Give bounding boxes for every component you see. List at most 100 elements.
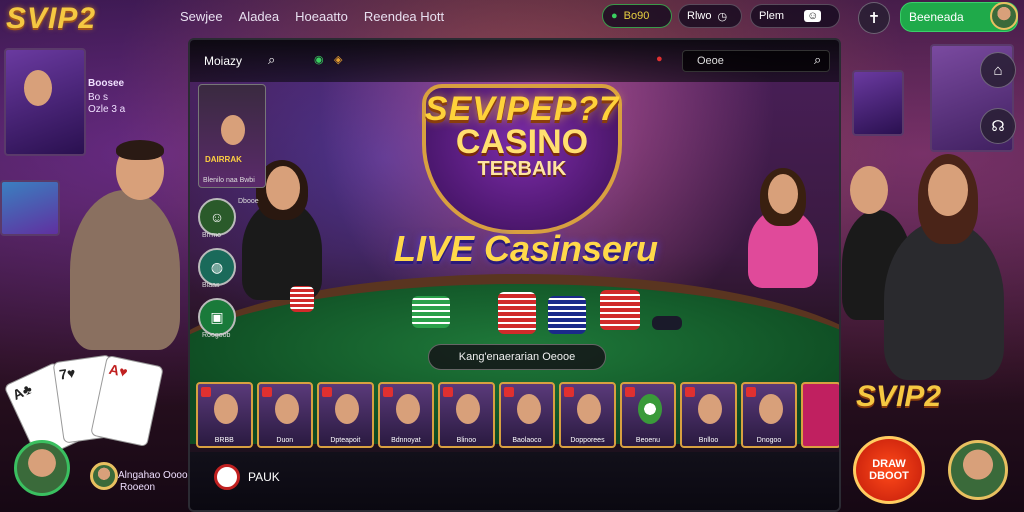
brand-logo[interactable]: SVIP2 [6,2,96,36]
gift-icon[interactable]: ◈ [334,53,342,66]
plus-icon-button[interactable]: ✝ [858,2,890,34]
search-submit-icon[interactable]: ⌕ [814,52,821,68]
game-tiles-row: BRBB Duon Dpteapoit Bdnnoyat Blinoo Baol… [196,382,839,452]
hot-tag [382,387,393,397]
balance-label: Bo90 [623,10,650,22]
game-label: Bdnnoyat [391,437,421,444]
search-input[interactable]: Oeoe [682,50,830,72]
player-woman-face [768,174,798,214]
balance-pill[interactable]: ● Bo90 [602,4,672,28]
right-svip2-logo: SVIP2 [856,380,942,413]
hot-tag [261,387,272,397]
game-face [577,394,602,424]
hot-tag [443,387,454,397]
header-avatar[interactable] [990,2,1018,30]
game-label: Dpteapoit [330,437,361,444]
left-small-avatar[interactable] [90,462,118,490]
left-promo-title: Boosee [88,78,125,89]
draw-btn-line2: DBOOT [869,470,909,482]
chip-stack [498,292,536,334]
game-tile[interactable]: Blinoo [438,382,495,448]
game-tile[interactable]: Baolaoco [498,382,556,448]
game-label: BRBB [214,437,234,444]
record-icon[interactable]: ● [656,53,663,65]
promo-card[interactable]: DAIRRAK Blenilo naa Bwbi [198,84,266,188]
dealer-woman-face [266,166,300,210]
game-label: Bnlloo [698,437,719,444]
chip-stack [600,290,640,330]
left-promo-line: Ozle 3 a [88,104,126,115]
left-man-seated [70,190,180,350]
hot-tag [322,387,333,397]
chip-stack [652,316,682,330]
hot-tag [685,387,696,397]
right-woman-face [928,164,968,216]
game-face [274,394,299,424]
game-tile[interactable]: Duon [256,382,314,448]
game-face [637,394,662,424]
chip-stack [412,296,450,328]
draw-btn-line1: DRAW [872,458,906,470]
game-tile[interactable]: Dopporees [559,382,616,448]
banner-line3: TERBAIK [477,158,567,180]
footer-link[interactable]: PAUK [214,464,280,490]
promo-label: DAIRRAK [205,155,242,164]
chat-icon[interactable]: ◉ [314,53,324,66]
side-btn-shield[interactable]: ◍ [198,248,236,286]
window-title: Moiazy [204,54,243,68]
clock-icon: ◷ [717,10,728,23]
left-user-avatar[interactable] [14,440,70,496]
right-billboard [852,70,904,136]
window-footer [190,452,839,510]
game-tile[interactable]: Dnogoo [740,382,798,448]
billboard-woman [24,70,52,106]
table-caption: Kang'enaerarian Oeooe [428,344,606,370]
nav-item[interactable]: Hoeaatto [295,9,348,24]
game-face [516,394,541,424]
draw-boost-button[interactable]: DRAW DBOOT [853,436,925,504]
game-label: Baolaoco [512,437,542,444]
game-tile[interactable]: BRBB [196,382,253,448]
promo-face [221,115,245,145]
left-bottom-sub: Rooeon [120,482,156,493]
user-icon: ☺ [804,10,822,22]
left-slot-screen [0,180,60,236]
game-label: Dopporees [570,437,605,444]
left-man-hair [116,140,164,160]
side-btn-label: Roogoob [202,332,231,339]
nav-item[interactable]: Aladea [239,9,279,24]
game-tile[interactable]: Dpteapoit [317,382,374,448]
side-btn-label: Brrmo [202,232,222,239]
info-pill-label: Rlwo [687,10,712,22]
game-tile-more[interactable] [801,382,839,448]
promo-footer: Blenilo naa Bwbi [203,177,255,184]
live-casino-window: SEVIPEP?7 CASINO TERBAIK LIVE Casinseru … [188,38,841,512]
casino-banner-logo: SEVIPEP?7 CASINO TERBAIK [412,90,632,181]
hot-tag [503,387,514,397]
info-pill[interactable]: Rlwo ◷ [678,4,742,28]
game-face [758,394,783,424]
game-label: Dnogoo [756,437,782,444]
game-tile[interactable]: Bnlloo [680,382,737,448]
game-tile[interactable]: Bdnnoyat [377,382,435,448]
login-pill[interactable]: Plem ☺ [750,4,840,28]
pauk-icon [214,464,240,490]
game-label: Duon [276,437,294,444]
headset-icon-button[interactable]: ☊ [980,108,1016,144]
side-btn-label: Biaas [202,282,220,289]
hot-tag [201,387,211,397]
game-label: Blinoo [456,437,477,444]
hot-tag [564,387,575,397]
right-user-avatar[interactable] [948,440,1008,500]
hot-tag [624,387,635,397]
nav-item[interactable]: Reendea Hott [364,9,444,24]
game-tile[interactable]: Beoenu [619,382,677,448]
game-face [214,394,238,424]
side-btn-deposit[interactable]: ▣ [198,298,236,336]
live-casino-headline: LIVE Casinseru [393,228,659,269]
nav-item[interactable]: Sewjee [180,9,223,24]
left-bottom-user: Alngahao Oooo [118,470,188,481]
side-btn-live[interactable]: ☺ [198,198,236,236]
home-icon-button[interactable]: ⌂ [980,52,1016,88]
search-icon[interactable]: ⌕ [268,52,275,68]
